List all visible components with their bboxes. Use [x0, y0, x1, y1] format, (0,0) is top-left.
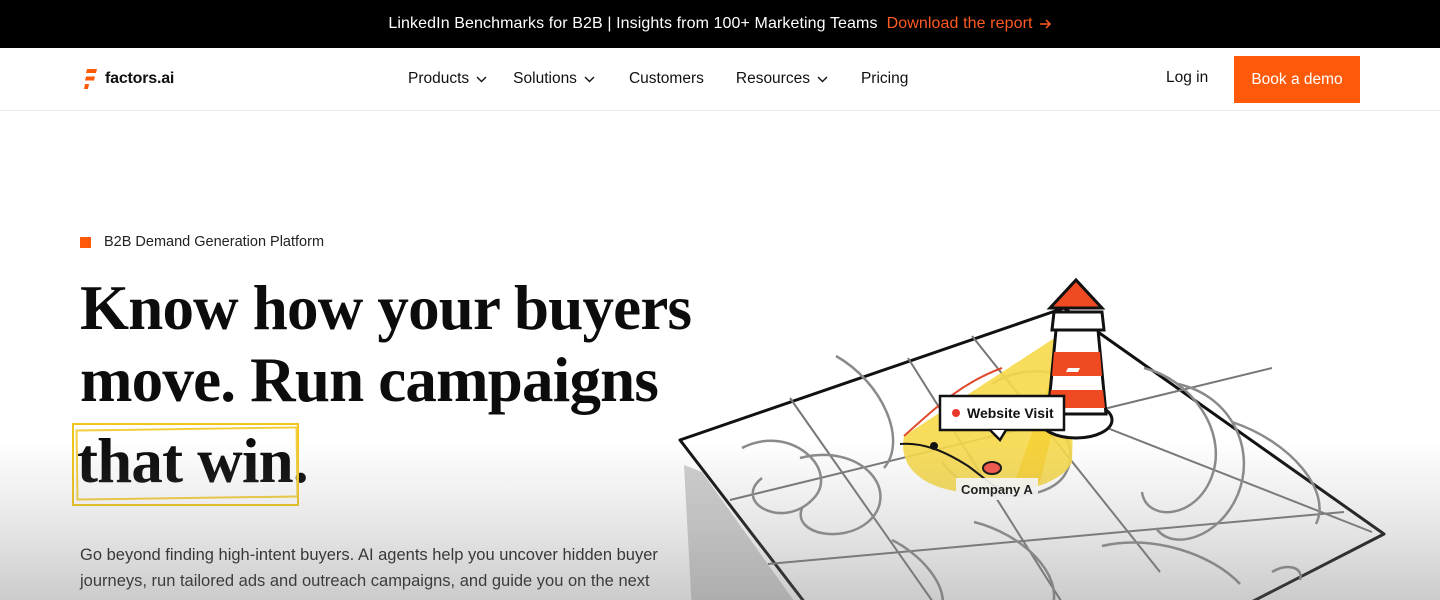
nav-item-customers[interactable]: Customers [629, 70, 704, 88]
eyebrow-text: B2B Demand Generation Platform [104, 234, 325, 250]
nav-item-resources[interactable]: Resources [736, 70, 828, 88]
chevron-down-icon [476, 76, 487, 82]
nav-label: Customers [628, 70, 704, 87]
hero-headline: Know how your buyers move. Run campaigns… [77, 272, 720, 497]
orange-square-icon [80, 236, 91, 248]
book-demo-button[interactable]: Book a demo [1234, 56, 1360, 103]
brand-logo[interactable]: factors.ai [84, 68, 174, 90]
nav-item-solutions[interactable]: Solutions [513, 70, 595, 88]
nav-item-pricing[interactable]: Pricing [861, 70, 908, 88]
headline-line-3-highlight: that win. [77, 426, 309, 496]
nav-item-products[interactable]: Products [408, 70, 487, 88]
download-report-link[interactable]: Download the report [887, 15, 1052, 33]
arrow-right-icon [1039, 19, 1051, 29]
lighthouse-map-illustration: Website Visit Company A [678, 277, 1386, 600]
announcement-text: LinkedIn Benchmarks for B2B | Insights f… [388, 15, 878, 32]
announcement-bar: LinkedIn Benchmarks for B2B | Insights f… [0, 0, 1440, 48]
hero-eyebrow: B2B Demand Generation Platform [80, 234, 324, 250]
main-navbar: factors.ai Products Solutions Customers … [0, 48, 1440, 111]
login-link[interactable]: Log in [1166, 69, 1208, 87]
nav-label: Resources [735, 70, 810, 87]
marker-label: Company A [961, 482, 1033, 497]
factors-logo-icon [84, 69, 97, 89]
primary-nav: Products Solutions Customers Resources P… [408, 48, 908, 110]
nav-label: Solutions [513, 70, 577, 87]
company-a-marker: Company A [956, 478, 1038, 500]
headline-line-1: Know how your buyers [80, 273, 692, 343]
headline-line-2: move. Run campaigns [80, 345, 659, 415]
download-report-label: Download the report [886, 15, 1033, 32]
chevron-down-icon [584, 76, 595, 82]
nav-label: Pricing [860, 70, 909, 87]
brand-name: factors.ai [105, 70, 175, 87]
chevron-down-icon [817, 76, 828, 82]
hero-subtext: Go beyond finding high-intent buyers. AI… [80, 546, 658, 590]
nav-label: Products [408, 70, 470, 87]
tooltip-label: Website Visit [967, 405, 1054, 421]
